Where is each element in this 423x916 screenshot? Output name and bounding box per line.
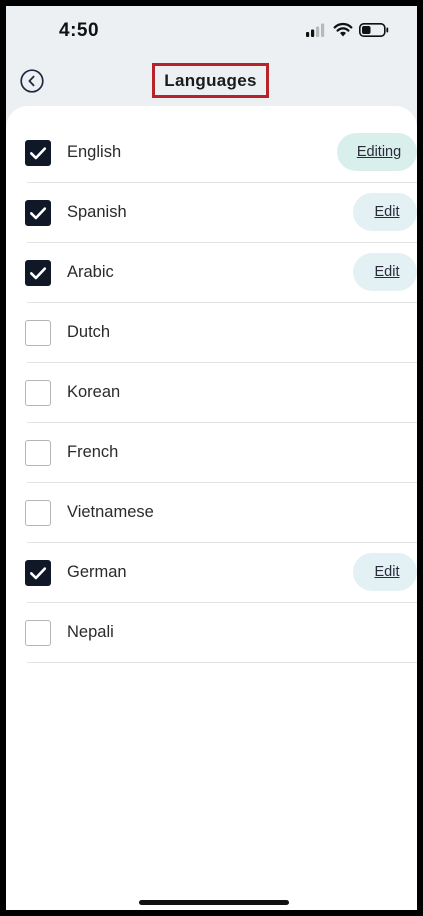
language-row-spanish: Spanish Edit (25, 183, 417, 243)
language-checkbox[interactable] (25, 440, 51, 466)
language-checkbox[interactable] (25, 140, 51, 166)
language-checkbox[interactable] (25, 380, 51, 406)
language-row-korean: Korean (25, 363, 417, 423)
home-indicator (139, 900, 289, 905)
checkmark-icon (30, 147, 47, 160)
language-label: Nepali (67, 623, 114, 641)
edit-button-label: Edit (374, 204, 400, 220)
editing-button[interactable]: Editing (337, 133, 417, 171)
cellular-signal-icon (306, 23, 325, 37)
language-row-german: German Edit (25, 543, 417, 603)
back-button[interactable] (20, 69, 44, 93)
language-checkbox[interactable] (25, 500, 51, 526)
page-title: Languages (164, 70, 257, 90)
language-label: Korean (67, 383, 121, 401)
language-checkbox[interactable] (25, 320, 51, 346)
languages-list: English Editing Spanish Edit Arabic Edit Dutch… (6, 123, 417, 663)
page-title-highlight: Languages (152, 63, 269, 98)
checkmark-icon (30, 567, 47, 580)
language-row-french: French (25, 423, 417, 483)
edit-button-label: Edit (374, 264, 400, 280)
languages-sheet: English Editing Spanish Edit Arabic Edit Dutch… (6, 106, 417, 910)
status-time: 4:50 (59, 20, 100, 41)
phone-screen: 4:50 Languages English Editing Spanish E… (6, 6, 417, 910)
language-label: Spanish (67, 203, 127, 221)
edit-button-label: Edit (374, 564, 400, 580)
language-label: Vietnamese (67, 503, 154, 521)
language-label: German (67, 563, 127, 581)
language-label: Arabic (67, 263, 114, 281)
language-checkbox[interactable] (25, 260, 51, 286)
edit-button[interactable]: Edit (353, 253, 417, 291)
language-row-english: English Editing (25, 123, 417, 183)
wifi-icon (333, 22, 353, 37)
language-row-nepali: Nepali (25, 603, 417, 663)
edit-button-label: Editing (356, 144, 402, 160)
language-checkbox[interactable] (25, 560, 51, 586)
battery-icon (359, 22, 389, 37)
language-checkbox[interactable] (25, 200, 51, 226)
language-row-dutch: Dutch (25, 303, 417, 363)
chevron-left-circle-icon (20, 69, 44, 93)
language-label: English (67, 143, 122, 161)
status-icons (305, 22, 389, 37)
edit-button[interactable]: Edit (353, 553, 417, 591)
edit-button[interactable]: Edit (353, 193, 417, 231)
language-label: Dutch (67, 323, 111, 341)
checkmark-icon (30, 267, 47, 280)
language-label: French (67, 443, 119, 461)
language-row-arabic: Arabic Edit (25, 243, 417, 303)
checkmark-icon (30, 207, 47, 220)
language-row-vietnamese: Vietnamese (25, 483, 417, 543)
language-checkbox[interactable] (25, 620, 51, 646)
